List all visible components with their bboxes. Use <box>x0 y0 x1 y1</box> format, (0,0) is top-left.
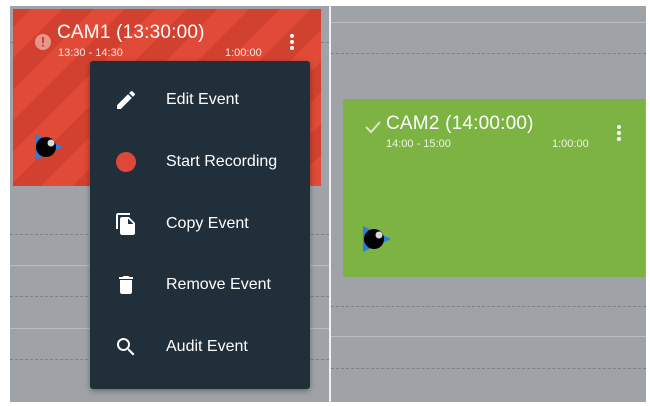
grid-line <box>331 368 646 369</box>
more-options-icon[interactable] <box>616 125 622 143</box>
event-title: CAM1 (13:30:00) <box>57 22 205 43</box>
menu-item-label: Copy Event <box>166 215 249 232</box>
event-duration: 1:00:00 <box>225 47 262 59</box>
menu-item-label: Audit Event <box>166 338 248 355</box>
menu-item-edit-event[interactable]: Edit Event <box>90 76 310 124</box>
pencil-icon <box>117 90 136 109</box>
menu-item-audit-event[interactable]: Audit Event <box>90 323 310 371</box>
grid-line <box>331 336 646 337</box>
camera-icon <box>35 134 63 160</box>
event-time-range: 14:00 - 15:00 <box>386 138 451 150</box>
event-card-cam2[interactable]: CAM2 (14:00:00) 14:00 - 15:00 1:00:00 <box>343 99 645 277</box>
menu-item-label: Remove Event <box>166 276 271 293</box>
menu-item-start-recording[interactable]: Start Recording <box>90 138 310 186</box>
check-icon <box>365 121 381 134</box>
menu-item-label: Start Recording <box>166 153 278 170</box>
menu-item-remove-event[interactable]: Remove Event <box>90 261 310 309</box>
menu-item-label: Edit Event <box>166 91 239 108</box>
event-context-menu: Edit Event Start Recording Copy Event Re… <box>90 61 310 389</box>
screen: CAM1 (13:30:00) 13:30 - 14:30 1:00:00 CA… <box>0 0 650 406</box>
copy-icon <box>116 213 135 235</box>
event-title: CAM2 (14:00:00) <box>386 113 534 134</box>
more-options-icon[interactable] <box>289 34 295 52</box>
camera-icon <box>363 226 391 252</box>
info-icon <box>35 34 51 50</box>
column-divider <box>329 6 331 402</box>
menu-item-copy-event[interactable]: Copy Event <box>90 200 310 248</box>
search-icon <box>117 338 135 356</box>
grid-line <box>331 53 646 54</box>
grid-line <box>331 306 646 307</box>
trash-icon <box>119 276 133 294</box>
event-time-range: 13:30 - 14:30 <box>58 47 123 59</box>
grid-line <box>331 22 646 23</box>
event-duration: 1:00:00 <box>552 138 589 150</box>
record-icon <box>116 152 136 172</box>
